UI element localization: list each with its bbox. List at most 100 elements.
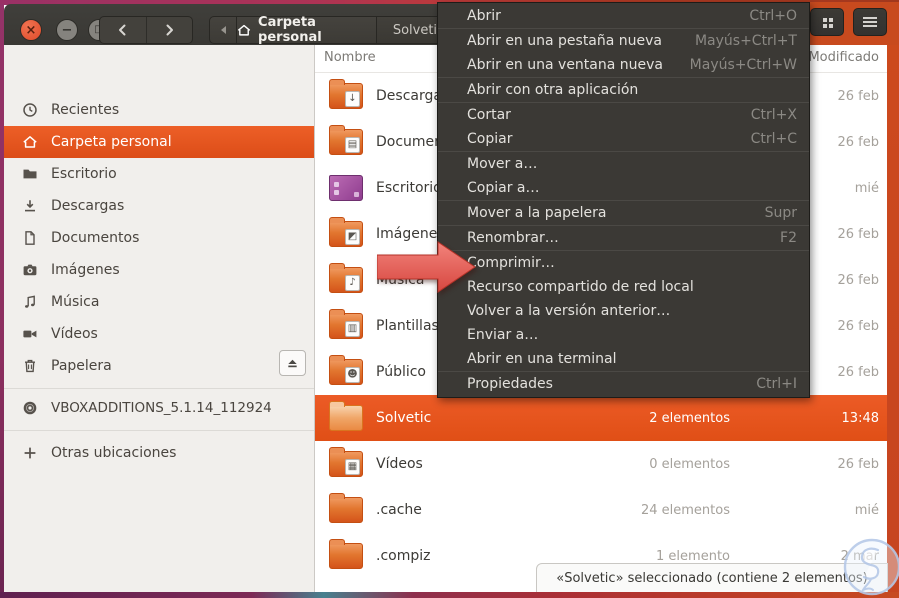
menu-item-copiar[interactable]: Copiar Ctrl+C [438,127,809,151]
minimize-button[interactable]: − [56,19,78,41]
column-header-modificado[interactable]: Modificado [808,50,879,65]
menu-item-abrir[interactable]: Abrir Ctrl+O [438,4,809,28]
sidebar-device-label: VBOXADDITIONS_5.1.14_112924 [51,400,272,416]
triangle-left-icon [220,26,226,34]
menu-label: Copiar a… [467,180,540,196]
wallpaper-edge-bottom [0,592,899,598]
menu-label: Enviar a… [467,327,539,343]
pathbar-scroll-left-button[interactable] [209,16,237,44]
sidebar-label: Otras ubicaciones [51,445,177,461]
menu-label: Recurso compartido de red local [467,279,694,295]
menu-shortcut: Ctrl+O [749,8,797,24]
file-size: 0 elementos [649,456,730,472]
file-date: mié [854,502,879,518]
sidebar-label: Descargas [51,198,125,214]
sidebar-item-carpeta-personal[interactable]: Carpeta personal [4,126,314,158]
folder-icon [329,355,363,385]
sidebar-item-otras-ubicaciones[interactable]: Otras ubicaciones [4,437,314,469]
menu-shortcut: Mayús+Ctrl+W [689,57,797,73]
menu-item-abrir-terminal[interactable]: Abrir en una terminal [438,347,809,371]
menu-shortcut: Ctrl+X [750,107,797,123]
file-name: Público [376,364,426,380]
sidebar-item-documentos[interactable]: Documentos [4,222,314,254]
menu-item-volver-version[interactable]: Volver a la versión anterior… [438,299,809,323]
file-size: 2 elementos [649,410,730,426]
folder-icon [329,217,363,247]
file-date: mié [854,180,879,196]
file-size: 1 elemento [656,548,730,564]
menu-item-enviar-a[interactable]: Enviar a… [438,323,809,347]
sidebar-item-escritorio[interactable]: Escritorio [4,158,314,190]
sidebar-item-papelera[interactable]: Papelera [4,350,314,382]
sidebar-item-recientes[interactable]: Recientes [4,94,314,126]
clock-icon [23,103,37,117]
sidebar-label: Papelera [51,358,112,374]
nav-buttons [99,16,193,44]
forward-button[interactable] [147,17,193,43]
menu-item-cortar[interactable]: Cortar Ctrl+X [438,103,809,127]
menu-item-abrir-pestana[interactable]: Abrir en una pestaña nueva Mayús+Ctrl+T [438,29,809,53]
folder-icon [329,493,363,523]
screenshot-root: × − □ Carpeta personal Solvetic [0,0,899,598]
sidebar-item-vboxadditions[interactable]: VBOXADDITIONS_5.1.14_112924 [4,392,314,424]
eject-button[interactable] [279,350,306,376]
menu-label: Abrir en una ventana nueva [467,57,663,73]
sidebar: Recientes Carpeta personal Escritorio De… [4,45,315,592]
file-date: 26 feb [837,272,879,288]
menu-label: Propiedades [467,376,553,392]
folder-icon [23,169,37,179]
menu-item-recurso-compartido[interactable]: Recurso compartido de red local [438,275,809,299]
grid-view-icon [822,17,827,22]
file-name: .cache [376,502,422,518]
pathbar-home-label: Carpeta personal [258,15,322,45]
sidebar-label: Carpeta personal [51,134,172,150]
menu-label: Volver a la versión anterior… [467,303,671,319]
file-date: 26 feb [837,226,879,242]
menu-item-mover-papelera[interactable]: Mover a la papelera Supr [438,201,809,225]
sidebar-label: Música [51,294,100,310]
menu-label: Renombrar… [467,230,559,246]
app-menu-button[interactable] [853,8,887,36]
menu-item-renombrar[interactable]: Renombrar… F2 [438,226,809,250]
menu-item-abrir-ventana[interactable]: Abrir en una ventana nueva Mayús+Ctrl+W [438,53,809,77]
disc-icon [23,401,37,415]
close-button[interactable]: × [20,19,42,41]
plus-icon [24,447,36,459]
menu-item-comprimir[interactable]: Comprimir… [438,251,809,275]
menu-item-propiedades[interactable]: Propiedades Ctrl+I [438,372,809,396]
eject-icon [288,359,297,367]
view-grid-button[interactable] [810,8,844,36]
menu-shortcut: Ctrl+C [750,131,797,147]
file-row-cache[interactable]: .cache 24 elementos mié [315,487,887,533]
column-header-nombre[interactable]: Nombre [324,50,376,65]
menu-label: Cortar [467,107,511,123]
sidebar-separator [4,430,314,431]
sidebar-item-descargas[interactable]: Descargas [4,190,314,222]
menu-item-mover-a[interactable]: Mover a… [438,152,809,176]
home-icon [23,136,37,148]
sidebar-item-videos[interactable]: Vídeos [4,318,314,350]
menu-shortcut: Mayús+Ctrl+T [694,33,797,49]
file-name: Plantillas [376,318,439,334]
file-date: 26 feb [837,456,879,472]
red-arrow-annotation [376,240,477,298]
pathbar-segment-home[interactable]: Carpeta personal [237,15,377,45]
sidebar-item-imagenes[interactable]: Imágenes [4,254,314,286]
file-row-solvetic[interactable]: Solvetic 2 elementos 13:48 [315,395,887,441]
file-row-videos[interactable]: Vídeos 0 elementos 26 feb [315,441,887,487]
back-button[interactable] [100,17,147,43]
sidebar-label: Escritorio [51,166,117,182]
folder-icon [329,263,363,293]
folder-icon [329,125,363,155]
status-text: «Solvetic» seleccionado (contiene 2 elem… [556,571,868,586]
file-name: Escritorio [376,180,442,196]
sidebar-label: Imágenes [51,262,120,278]
menu-item-copiar-a[interactable]: Copiar a… [438,176,809,200]
home-icon [237,24,251,36]
menu-item-abrir-con-otra[interactable]: Abrir con otra aplicación [438,78,809,102]
menu-label: Abrir en una pestaña nueva [467,33,663,49]
folder-icon [329,309,363,339]
menu-label: Abrir en una terminal [467,351,617,367]
sidebar-item-musica[interactable]: Música [4,286,314,318]
menu-label: Mover a la papelera [467,205,607,221]
